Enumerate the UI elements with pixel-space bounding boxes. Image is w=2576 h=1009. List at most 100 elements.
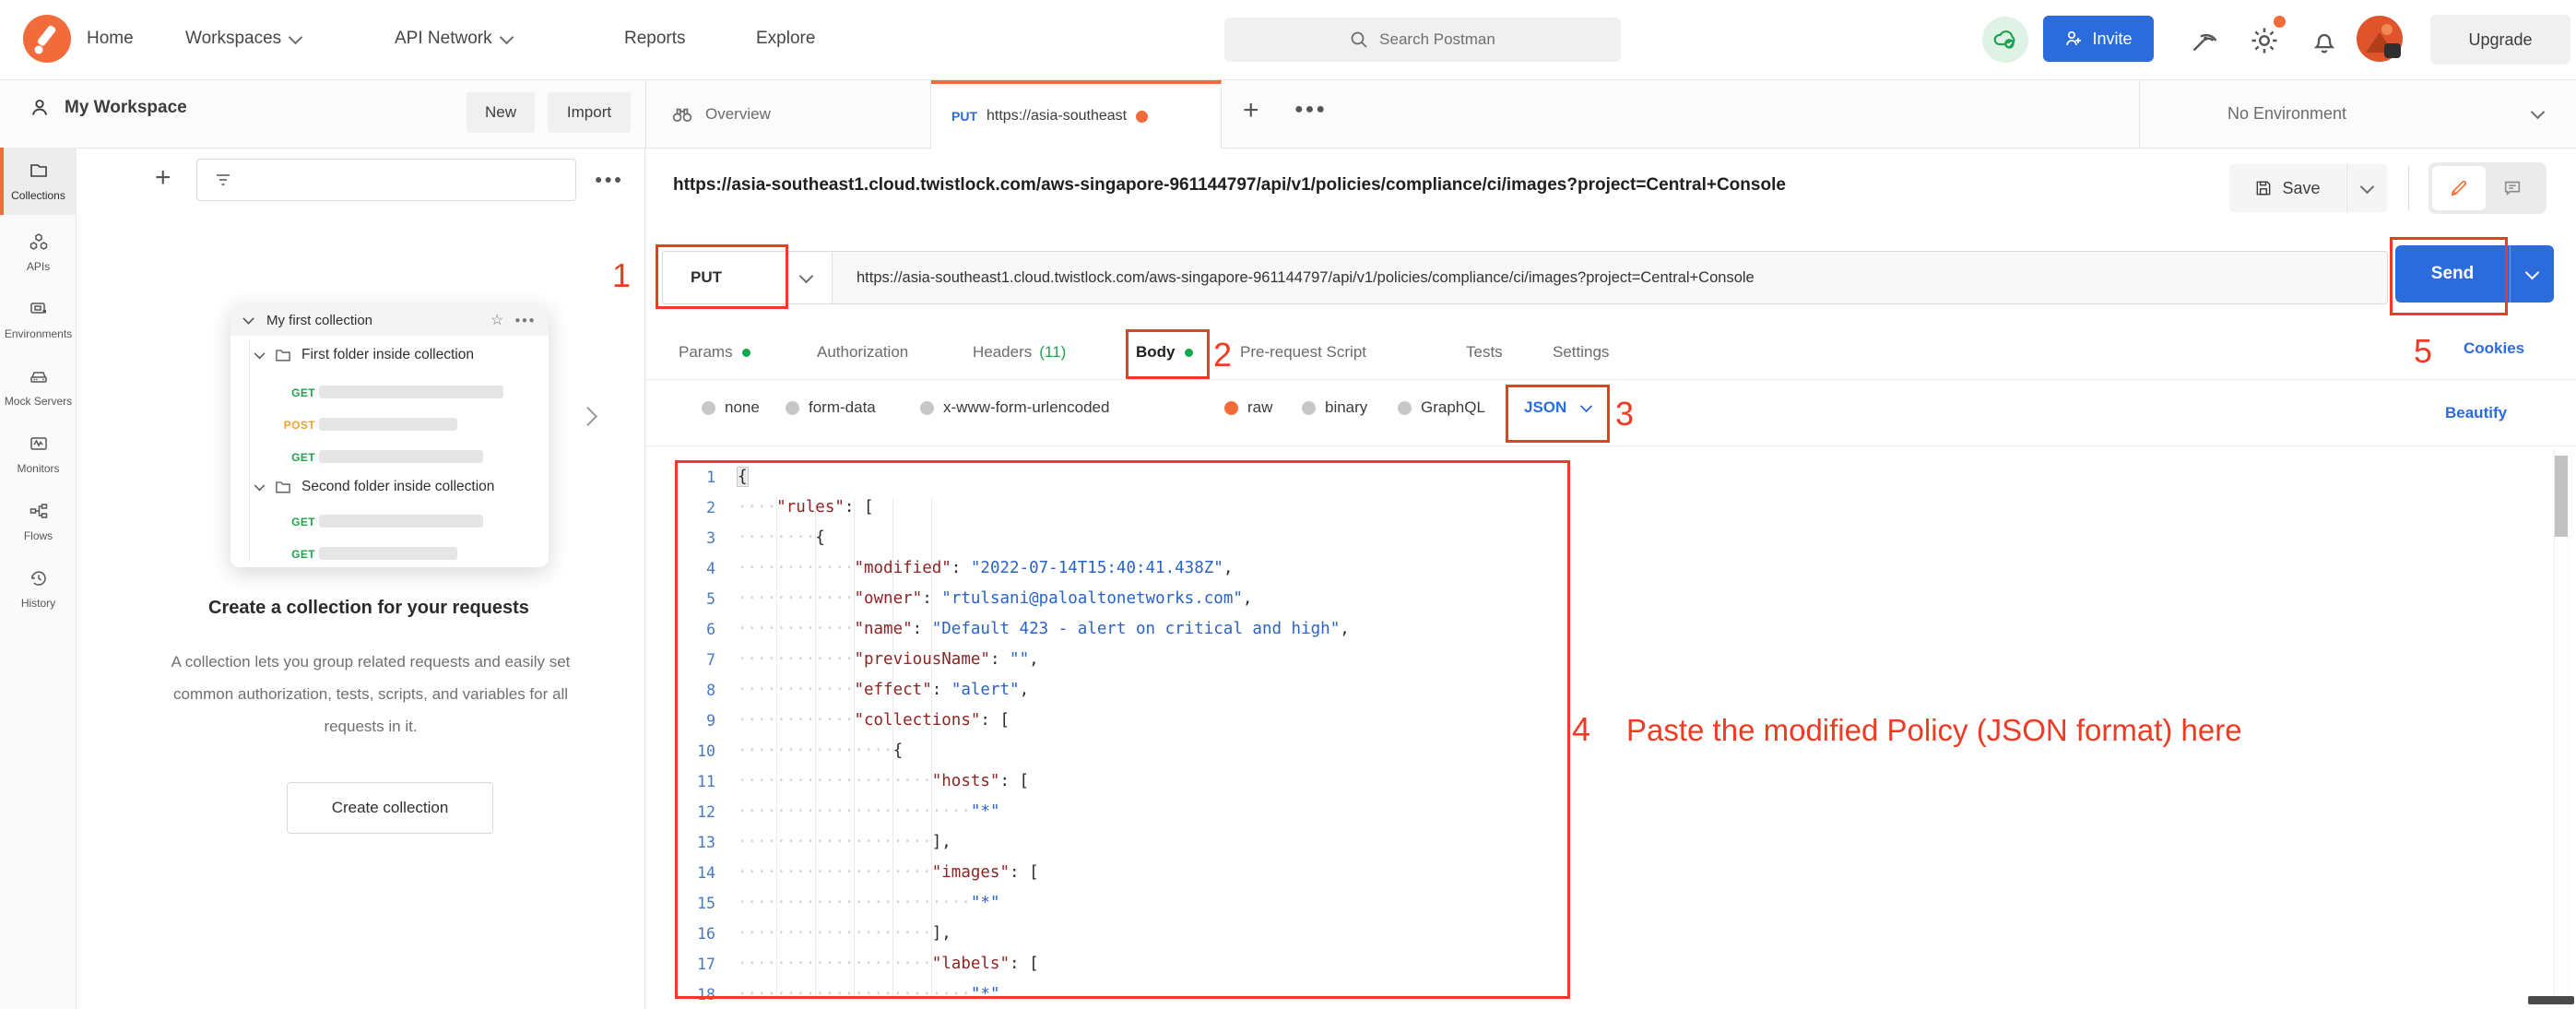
tree-folder-2[interactable]: Second folder inside collection: [254, 478, 494, 496]
postman-logo[interactable]: [20, 12, 74, 65]
tab-tests[interactable]: Tests: [1466, 343, 1503, 362]
nav-workspaces[interactable]: Workspaces: [185, 29, 301, 49]
body-type-graphql[interactable]: GraphQL: [1398, 398, 1485, 417]
tree-request-row[interactable]: POST: [282, 417, 315, 433]
edit-pencil-icon[interactable]: [2432, 166, 2486, 210]
vertical-scrollbar-thumb[interactable]: [2555, 456, 2568, 537]
tab-request-active[interactable]: PUT https://asia-southeast: [931, 80, 1222, 148]
new-button[interactable]: New: [467, 92, 535, 133]
sidebar-item-history[interactable]: History: [0, 555, 77, 623]
line-number: 1: [645, 462, 715, 493]
settings-gear-icon[interactable]: [2248, 24, 2281, 57]
body-type-x-www-form-urlencoded[interactable]: x-www-form-urlencoded: [920, 398, 1109, 417]
line-number: 5: [645, 584, 715, 614]
star-icon[interactable]: ☆: [490, 311, 503, 329]
upgrade-button[interactable]: Upgrade: [2430, 15, 2570, 65]
add-collection-plus-button[interactable]: +: [155, 162, 171, 194]
avatar-badge-icon: [2384, 43, 2401, 58]
comment-icon[interactable]: [2486, 166, 2539, 210]
nav-explore[interactable]: Explore: [756, 29, 815, 49]
invite-button[interactable]: Invite: [2043, 16, 2154, 62]
send-button[interactable]: Send: [2395, 245, 2554, 303]
tree-folder-1[interactable]: First folder inside collection: [254, 346, 474, 364]
api-repository-icon[interactable]: [2187, 24, 2220, 57]
chevron-down-icon[interactable]: [242, 313, 254, 324]
horizontal-scrollbar-thumb[interactable]: [2528, 996, 2574, 1004]
annotation-number-4: 4: [1572, 710, 1590, 749]
body-type-none[interactable]: none: [702, 398, 760, 417]
body-editor[interactable]: 1{2····"rules": [3········{4············…: [645, 446, 2552, 1009]
new-tab-button[interactable]: +: [1243, 95, 1259, 126]
chevron-down-icon[interactable]: [254, 348, 266, 359]
body-type-binary[interactable]: binary: [1302, 398, 1367, 417]
nav-reports[interactable]: Reports: [624, 29, 686, 49]
tab-body[interactable]: Body: [1136, 343, 1193, 362]
radio-icon: [702, 401, 715, 415]
line-number: 6: [645, 614, 715, 645]
code-line: 1{: [645, 462, 2552, 493]
chevron-down-icon[interactable]: [254, 480, 266, 491]
tab-options-button[interactable]: ●●●: [1294, 101, 1327, 118]
monitors-icon: [28, 433, 50, 455]
cookies-link[interactable]: Cookies: [2464, 339, 2524, 358]
body-type-form-data[interactable]: form-data: [786, 398, 876, 417]
sidebar-item-environments[interactable]: Environments: [0, 286, 77, 353]
sidebar-item-collections[interactable]: Collections: [0, 148, 77, 215]
workspace-switcher[interactable]: My Workspace: [28, 96, 187, 120]
notifications-bell-icon[interactable]: [2309, 25, 2340, 56]
tree-request-row[interactable]: GET: [288, 449, 315, 466]
folder-icon: [274, 478, 292, 496]
folder-name: First folder inside collection: [301, 347, 474, 363]
radio-icon: [786, 401, 799, 415]
radio-icon: [920, 401, 934, 415]
environment-selector[interactable]: No Environment: [2139, 80, 2576, 148]
tab-pre-request-script[interactable]: Pre-request Script: [1240, 343, 1366, 362]
sidebar-collapse-handle[interactable]: [581, 411, 595, 428]
annotation-number-1: 1: [612, 256, 631, 295]
sidebar-item-apis[interactable]: APIs: [0, 219, 77, 286]
code-line: 18························"*": [645, 979, 2552, 1009]
send-options-button[interactable]: [2510, 245, 2554, 303]
green-dot: [1185, 349, 1193, 357]
code-line: 10················{: [645, 736, 2552, 766]
tab-headers[interactable]: Headers(11): [973, 343, 1066, 362]
tab-params[interactable]: Params: [679, 343, 750, 362]
collection-more-icon[interactable]: ●●●: [514, 315, 536, 326]
save-icon: [2254, 179, 2273, 197]
body-type-raw[interactable]: raw: [1224, 398, 1272, 417]
line-number: 17: [645, 949, 715, 979]
create-collection-button[interactable]: Create collection: [287, 782, 493, 834]
sync-status-icon[interactable]: [1982, 17, 2028, 63]
line-number: 12: [645, 797, 715, 827]
annotation-note-4: Paste the modified Policy (JSON format) …: [1626, 713, 2242, 748]
tab-settings[interactable]: Settings: [1553, 343, 1609, 362]
chevron-down-icon: [289, 30, 303, 44]
method-selector[interactable]: PUT: [663, 252, 801, 303]
code-line: 12························"*": [645, 797, 2552, 827]
tree-request-row[interactable]: GET: [288, 385, 315, 401]
sidebar-filter-input[interactable]: [196, 159, 576, 201]
raw-format-select[interactable]: JSON: [1524, 398, 1591, 417]
tab-authorization[interactable]: Authorization: [817, 343, 908, 362]
tree-request-row[interactable]: GET: [288, 546, 315, 563]
flows-icon: [28, 500, 50, 522]
tab-overview[interactable]: Overview: [646, 80, 931, 148]
collection-header[interactable]: My first collection ☆ ●●●: [230, 304, 549, 336]
beautify-link[interactable]: Beautify: [2445, 404, 2507, 422]
request-title: https://asia-southeast1.cloud.twistlock.…: [673, 175, 2194, 196]
chevron-down-icon[interactable]: [799, 268, 814, 283]
nav-api-network[interactable]: API Network: [395, 29, 512, 49]
tree-request-row[interactable]: GET: [288, 514, 315, 530]
sidebar-item-monitors[interactable]: Monitors: [0, 421, 77, 488]
code-line: 5············"owner": "rtulsani@paloalto…: [645, 584, 2552, 614]
sidebar-more-button[interactable]: ●●●: [595, 172, 623, 186]
nav-home[interactable]: Home: [87, 29, 134, 49]
environment-label: No Environment: [2227, 104, 2346, 124]
sidebar-item-flows[interactable]: Flows: [0, 488, 77, 555]
url-input[interactable]: https://asia-southeast1.cloud.twistlock.…: [832, 252, 2387, 303]
save-options-button[interactable]: [2346, 164, 2387, 212]
sidebar-item-mock-servers[interactable]: Mock Servers: [0, 353, 77, 421]
import-button[interactable]: Import: [548, 92, 631, 133]
save-button[interactable]: Save: [2229, 164, 2346, 212]
search-input[interactable]: Search Postman: [1224, 18, 1621, 62]
